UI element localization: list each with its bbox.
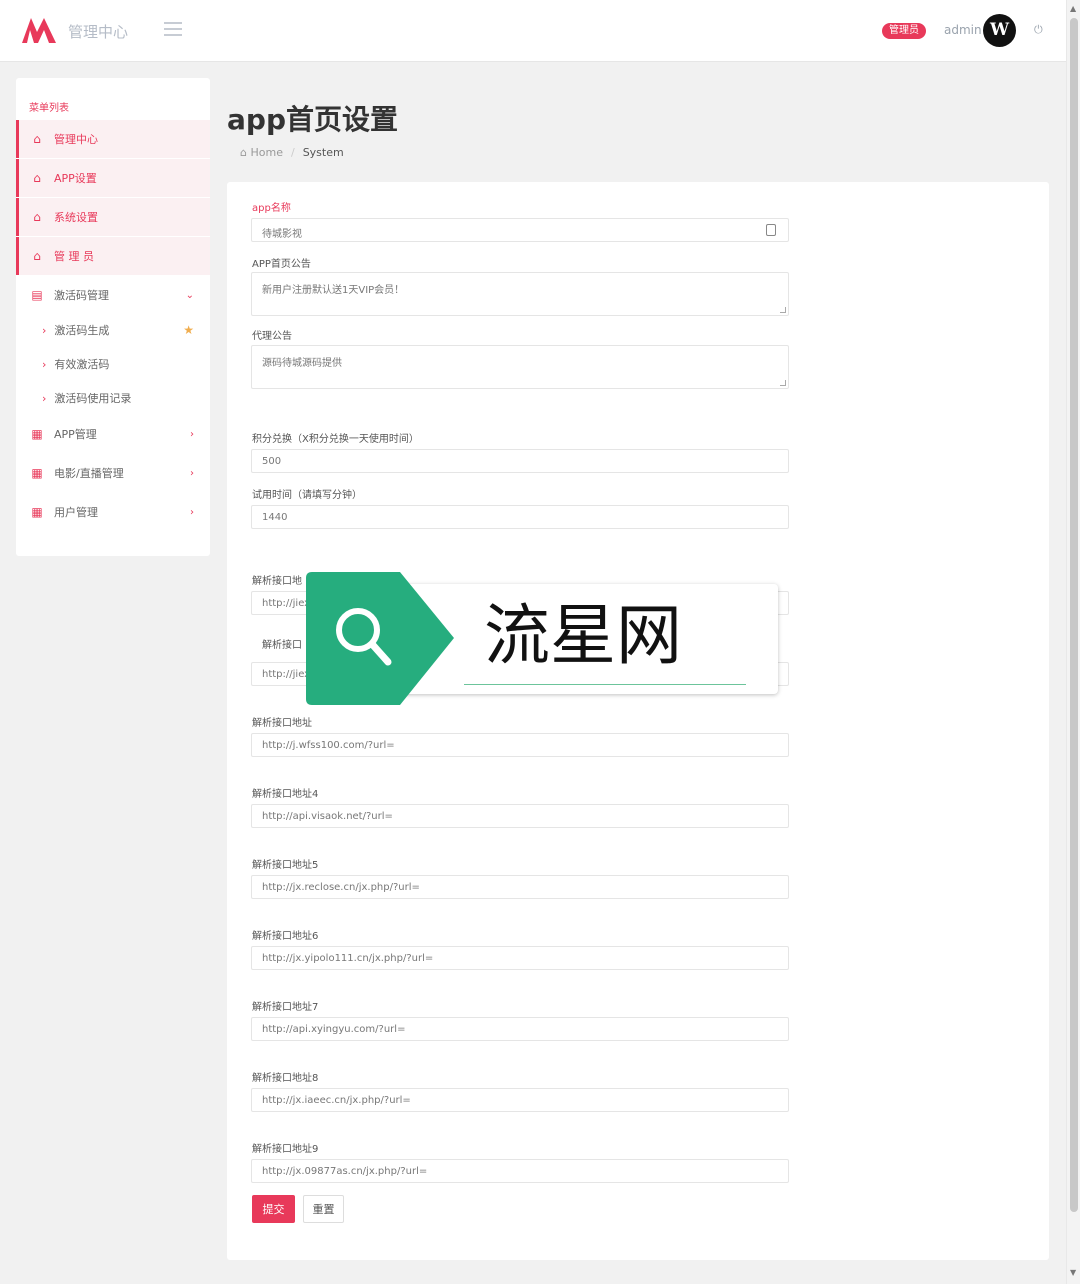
- avatar[interactable]: W: [983, 14, 1016, 47]
- agent-notice-textarea[interactable]: 源码待城源码提供: [251, 345, 789, 389]
- api-url-label-4: 解析接口地址4: [252, 789, 319, 800]
- chevron-right-icon: ›: [42, 323, 47, 337]
- page-scrollbar[interactable]: ▲ ▼: [1066, 0, 1080, 1284]
- table-icon: ▦: [31, 427, 43, 441]
- chevron-right-icon: ›: [190, 506, 194, 518]
- sidebar-subitem-label: 激活码生成: [54, 324, 110, 337]
- home-icon: ⌂: [240, 146, 251, 159]
- sidebar-item-app-settings[interactable]: ⌂ APP设置: [16, 159, 210, 197]
- app-name-value: 待城影视: [262, 229, 302, 240]
- watermark: 流星网: [306, 572, 778, 705]
- notice-value: 新用户注册默认送1天VIP会员！: [262, 285, 405, 296]
- sidebar-subitem-label: 激活码使用记录: [54, 392, 132, 405]
- reset-button[interactable]: 重置: [303, 1195, 344, 1223]
- sidebar-group-label: 激活码管理: [54, 289, 109, 302]
- api-url-input-6[interactable]: http://jx.yipolo111.cn/jx.php/?url=: [251, 946, 789, 970]
- top-bar: 管理中心 管理员 admin W ⏻: [0, 0, 1066, 62]
- resize-handle-icon[interactable]: [780, 307, 786, 313]
- brand-title: 管理中心: [68, 23, 129, 41]
- api-url-input-3[interactable]: http://j.wfss100.com/?url=: [251, 733, 789, 757]
- home-icon: ⌂: [33, 249, 41, 263]
- username-label[interactable]: admin: [944, 23, 982, 37]
- api-url-label-1: 解析接口地: [252, 576, 302, 587]
- trial-time-label: 试用时间（请填写分钟）: [252, 490, 362, 501]
- sidebar: 菜单列表 ⌂ 管理中心 ⌂ APP设置 ⌂ 系统设置 ⌂ 管 理 员 ▤ 激活码…: [16, 78, 210, 556]
- sidebar-item-label: 系统设置: [54, 211, 98, 224]
- sidebar-item-label: 管理中心: [54, 133, 98, 146]
- sidebar-item-system-settings[interactable]: ⌂ 系统设置: [16, 198, 210, 236]
- trial-time-input[interactable]: 1440: [251, 505, 789, 529]
- api-url-label-8: 解析接口地址8: [252, 1073, 319, 1084]
- sidebar-subitem-label: 有效激活码: [54, 358, 110, 371]
- search-icon: [306, 572, 454, 705]
- chevron-right-icon: ›: [42, 357, 47, 371]
- chevron-right-icon: ›: [190, 467, 194, 479]
- agent-notice-label: 代理公告: [252, 331, 292, 342]
- sidebar-group-movie-live-management[interactable]: ▦ 电影/直播管理 ›: [16, 454, 210, 492]
- sidebar-group-user-management[interactable]: ▦ 用户管理 ›: [16, 493, 210, 531]
- sidebar-subitem-generate-codes[interactable]: › 激活码生成 ★: [16, 313, 210, 347]
- sidebar-group-label: 用户管理: [54, 506, 98, 519]
- notice-label: APP首页公告: [252, 259, 311, 270]
- app-name-input[interactable]: 待城影视: [251, 218, 789, 242]
- api-url-input-7[interactable]: http://api.xyingyu.com/?url=: [251, 1017, 789, 1041]
- menu-toggle-icon[interactable]: [164, 22, 182, 36]
- table-icon: ▦: [31, 505, 43, 519]
- notice-textarea[interactable]: 新用户注册默认送1天VIP会员！: [251, 272, 789, 316]
- api-url-label-7: 解析接口地址7: [252, 1002, 319, 1013]
- api-url-label-5: 解析接口地址5: [252, 860, 319, 871]
- form-icon: ▤: [31, 288, 43, 302]
- chevron-right-icon: ›: [190, 428, 194, 440]
- api-url-input-9[interactable]: http://jx.09877as.cn/jx.php/?url=: [251, 1159, 789, 1183]
- sidebar-item-dashboard[interactable]: ⌂ 管理中心: [16, 120, 210, 158]
- resize-handle-icon[interactable]: [780, 380, 786, 386]
- breadcrumb-separator: /: [290, 146, 295, 159]
- scroll-thumb[interactable]: [1070, 18, 1078, 1212]
- logo-icon[interactable]: [22, 16, 56, 44]
- sidebar-item-admins[interactable]: ⌂ 管 理 员: [16, 237, 210, 275]
- api-url-input-8[interactable]: http://jx.iaeec.cn/jx.php/?url=: [251, 1088, 789, 1112]
- sidebar-group-label: 电影/直播管理: [54, 467, 124, 480]
- chevron-down-icon: ⌄: [185, 289, 194, 301]
- breadcrumb: ⌂ Home / System: [240, 146, 344, 159]
- breadcrumb-current: System: [302, 146, 344, 159]
- submit-button[interactable]: 提交: [252, 1195, 295, 1223]
- sidebar-item-label: 管 理 员: [54, 250, 94, 263]
- home-icon: ⌂: [33, 171, 41, 185]
- breadcrumb-home-link[interactable]: Home: [250, 146, 282, 159]
- contact-card-icon: [766, 224, 776, 236]
- chevron-right-icon: ›: [42, 391, 47, 405]
- sidebar-group-app-management[interactable]: ▦ APP管理 ›: [16, 415, 210, 453]
- star-icon: ★: [183, 323, 194, 337]
- role-badge: 管理员: [882, 23, 926, 39]
- api-url-input-4[interactable]: http://api.visaok.net/?url=: [251, 804, 789, 828]
- sidebar-subitem-valid-codes[interactable]: › 有效激活码: [16, 347, 210, 381]
- home-icon: ⌂: [33, 132, 41, 146]
- table-icon: ▦: [31, 466, 43, 480]
- home-icon: ⌂: [33, 210, 41, 224]
- watermark-underline: [464, 684, 746, 685]
- api-url-label-6: 解析接口地址6: [252, 931, 319, 942]
- scroll-down-arrow-icon[interactable]: ▼: [1070, 1268, 1076, 1277]
- points-exchange-label: 积分兑换（X积分兑换一天使用时间）: [252, 434, 419, 445]
- api-url-label-2: 解析接口: [262, 640, 302, 651]
- scroll-up-arrow-icon[interactable]: ▲: [1070, 4, 1076, 13]
- api-url-input-5[interactable]: http://jx.reclose.cn/jx.php/?url=: [251, 875, 789, 899]
- sidebar-group-label: APP管理: [54, 428, 97, 441]
- watermark-text: 流星网: [484, 597, 682, 674]
- page-title: app首页设置: [227, 103, 398, 136]
- logout-icon[interactable]: ⏻: [1034, 23, 1048, 37]
- agent-notice-value: 源码待城源码提供: [262, 358, 342, 369]
- api-url-label-9: 解析接口地址9: [252, 1144, 319, 1155]
- sidebar-group-activation-codes[interactable]: ▤ 激活码管理 ⌄: [16, 276, 210, 314]
- sidebar-item-label: APP设置: [54, 172, 97, 185]
- sidebar-title: 菜单列表: [29, 103, 69, 114]
- api-url-label-3: 解析接口地址: [252, 718, 312, 729]
- sidebar-subitem-code-usage-log[interactable]: › 激活码使用记录: [16, 381, 210, 415]
- points-exchange-input[interactable]: 500: [251, 449, 789, 473]
- app-name-label: app名称: [252, 203, 291, 214]
